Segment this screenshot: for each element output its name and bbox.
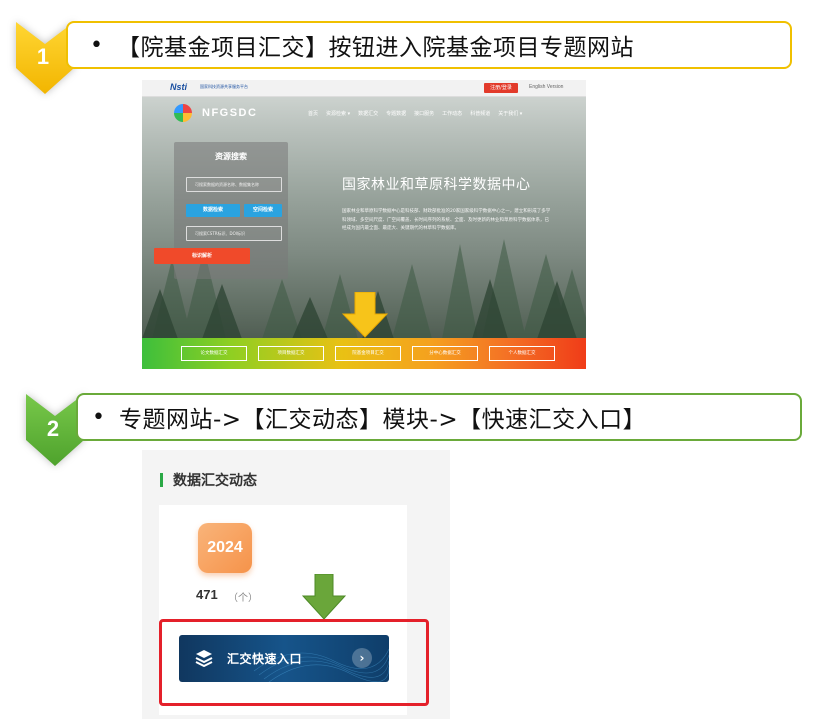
site-topbar: Nsti 国家科技资源共享服务平台 注册/登录 English Version: [142, 80, 586, 97]
submission-news-module: 数据汇交动态 2024 471 （个） 汇交快速入口 ›: [142, 450, 450, 719]
step-2-bullet: •: [92, 404, 105, 430]
english-version-link[interactable]: English Version: [529, 84, 563, 90]
green-arrow-down-icon: [302, 574, 346, 620]
module-title: 数据汇交动态: [173, 473, 257, 489]
project-data-submission-button[interactable]: 项目数据汇交: [258, 346, 324, 361]
nav-item-api-service[interactable]: 接口服务: [414, 110, 434, 117]
nav-item-topic-data[interactable]: 专题数据: [386, 110, 406, 117]
step-2-number: 2: [46, 416, 60, 441]
site-screenshot: Nsti 国家科技资源共享服务平台 注册/登录 English Version …: [142, 80, 586, 369]
step-1-number: 1: [36, 44, 50, 69]
yellow-arrow-down-icon: [342, 292, 388, 338]
submission-count: 471: [196, 587, 218, 602]
site-nav: 首页 资源检索 ▾ 数据汇交 专题数据 接口服务 工作动态 科普频道 关于我们 …: [308, 110, 522, 117]
personal-data-submission-button[interactable]: 个人数据汇交: [489, 346, 555, 361]
year-badge: 2024: [198, 523, 252, 573]
module-title-accent: [160, 473, 163, 487]
highlight-frame: [159, 619, 429, 706]
site-brand[interactable]: NFGSDC: [202, 107, 257, 119]
step-1-bullet: •: [90, 32, 103, 58]
login-button[interactable]: 注册/登录: [484, 83, 518, 93]
identifier-search-input[interactable]: 可搜索CSTR标识、DOI标识: [186, 226, 282, 241]
space-search-button[interactable]: 空间检索: [244, 204, 282, 217]
hero-description: 国家林业和草原科学数据中心是科技部、财政部批准的20家国家级科学数据中心之一，建…: [342, 209, 551, 231]
nav-item-about[interactable]: 关于我们 ▾: [498, 110, 522, 117]
nav-item-data-submission[interactable]: 数据汇交: [358, 110, 378, 117]
nsti-logo-subtitle: 国家科技资源共享服务平台: [200, 84, 248, 89]
nsti-logo: Nsti: [170, 82, 188, 92]
paper-data-submission-button[interactable]: 论文数据汇交: [181, 346, 247, 361]
nav-item-work-news[interactable]: 工作动态: [442, 110, 462, 117]
institute-fund-project-submission-button[interactable]: 院基金项目汇交: [335, 346, 401, 361]
step-2-box: • 专题网站->【汇交动态】模块->【快速汇交入口】: [76, 393, 802, 441]
hero-title: 国家林业和草原科学数据中心: [342, 177, 531, 193]
nfgsdc-logo-icon: [174, 104, 192, 122]
subcenter-data-submission-button[interactable]: 分中心数据汇交: [412, 346, 478, 361]
submission-count-unit: （个）: [228, 593, 258, 604]
step-1-text: 【院基金项目汇交】按钮进入院基金项目专题网站: [116, 35, 634, 61]
nav-item-resource-search[interactable]: 资源检索 ▾: [326, 110, 350, 117]
nav-item-science-channel[interactable]: 科普频道: [470, 110, 490, 117]
search-panel-title: 资源搜索: [215, 152, 247, 161]
submission-bar: 论文数据汇交 项目数据汇交 院基金项目汇交 分中心数据汇交 个人数据汇交: [142, 338, 586, 369]
identifier-resolve-button[interactable]: 标识解析: [154, 248, 250, 264]
resource-name-search-input[interactable]: 可搜索数据的资源名称、数据集名称: [186, 177, 282, 192]
step-2-text: 专题网站->【汇交动态】模块->【快速汇交入口】: [118, 407, 647, 433]
data-search-button[interactable]: 数据检索: [186, 204, 240, 217]
nav-item-home[interactable]: 首页: [308, 110, 318, 117]
step-1-box: • 【院基金项目汇交】按钮进入院基金项目专题网站: [66, 21, 792, 69]
